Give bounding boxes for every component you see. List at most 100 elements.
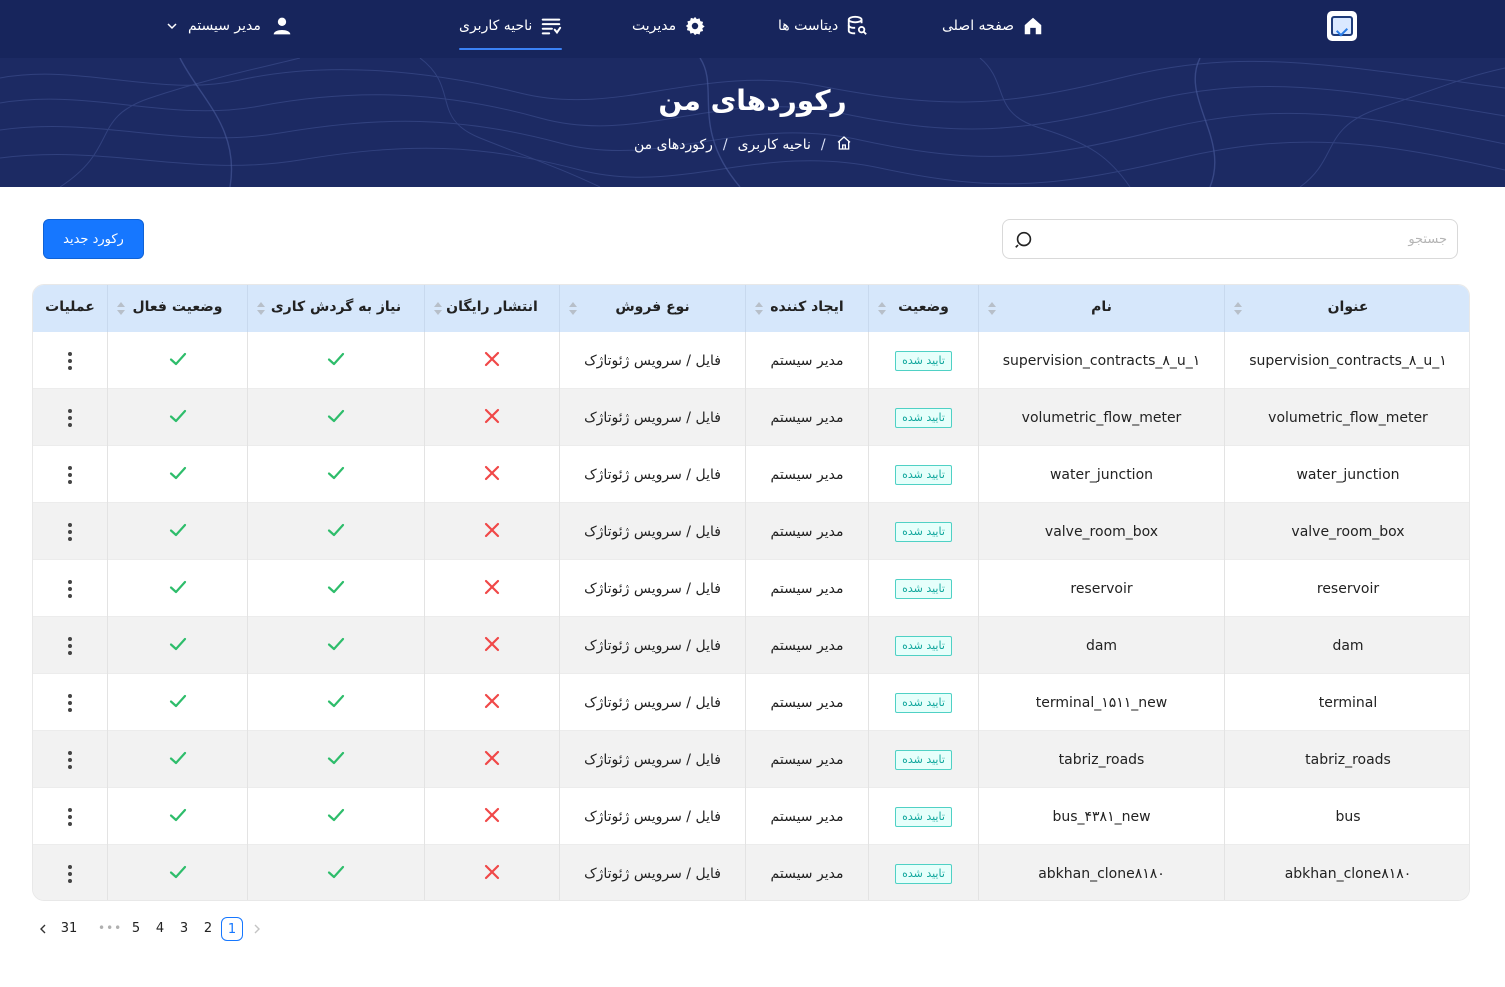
cell-creator: مدیر سیستم	[745, 560, 868, 617]
cell-name: valve_room_box	[978, 503, 1224, 560]
table-row: volumetric_flow_meter volumetric_flow_met…	[33, 389, 1469, 446]
page-banner: رکوردهای من / ناحیه کاربری / رکوردهای من	[0, 58, 1505, 187]
sort-icon[interactable]	[755, 302, 763, 316]
search-input[interactable]	[1047, 220, 1447, 258]
sort-icon[interactable]	[988, 302, 996, 316]
cell-sale-type: فایل / سرویس ژئوتاژک	[559, 446, 745, 503]
nav-datasets-label: دیتاست ها	[778, 18, 839, 34]
cell-active	[107, 788, 247, 845]
pagination-prev[interactable]	[247, 917, 267, 941]
more-vertical-icon[interactable]	[67, 579, 73, 598]
check-icon	[168, 520, 188, 544]
check-icon	[168, 349, 188, 373]
cell-operations	[33, 788, 107, 845]
column-header-sale-type[interactable]: نوع فروش	[559, 285, 745, 332]
status-badge: تایید شده	[895, 806, 952, 827]
cell-title: volumetric_flow_meter	[1224, 389, 1469, 446]
cell-workflow	[247, 788, 424, 845]
column-header-free-publish[interactable]: انتشار رایگان	[424, 285, 559, 332]
more-vertical-icon[interactable]	[67, 465, 73, 484]
cell-active	[107, 674, 247, 731]
more-vertical-icon[interactable]	[67, 522, 73, 541]
topographic-background	[0, 58, 1505, 187]
more-vertical-icon[interactable]	[67, 693, 73, 712]
pagination-page-1[interactable]: 1	[221, 917, 243, 941]
more-vertical-icon[interactable]	[67, 408, 73, 427]
cell-active	[107, 332, 247, 389]
cell-active	[107, 731, 247, 788]
breadcrumb-user-area[interactable]: ناحیه کاربری	[738, 137, 811, 153]
pagination-page-2[interactable]: 2	[197, 917, 219, 941]
cell-status: تایید شده	[868, 332, 978, 389]
table-row: valve_room_box valve_room_box تایید شده مدی…	[33, 503, 1469, 560]
search-icon[interactable]	[1013, 229, 1035, 251]
pagination-ellipsis[interactable]: •••	[98, 917, 122, 941]
cell-operations	[33, 503, 107, 560]
sort-icon[interactable]	[1234, 302, 1242, 316]
sort-icon[interactable]	[434, 302, 442, 316]
cross-icon	[482, 748, 502, 772]
cell-sale-type: فایل / سرویس ژئوتاژک	[559, 731, 745, 788]
cell-status: تایید شده	[868, 845, 978, 900]
breadcrumb: / ناحیه کاربری / رکوردهای من	[634, 134, 852, 156]
status-badge: تایید شده	[895, 692, 952, 713]
top-navbar: صفحه اصلی دیتاست ها مدیریت ناحیه کاربری …	[0, 0, 1505, 58]
nav-user-area-label: ناحیه کاربری	[459, 18, 533, 34]
column-header-active[interactable]: وضعیت فعال	[107, 285, 247, 332]
cell-name: tabriz_roads	[978, 731, 1224, 788]
cell-creator: مدیر سیستم	[745, 674, 868, 731]
app-logo[interactable]	[1327, 11, 1357, 41]
cell-workflow	[247, 560, 424, 617]
cell-workflow	[247, 731, 424, 788]
nav-home[interactable]: صفحه اصلی	[942, 0, 1044, 52]
sort-icon[interactable]	[257, 302, 265, 316]
cell-workflow	[247, 845, 424, 900]
more-vertical-icon[interactable]	[67, 807, 73, 826]
more-vertical-icon[interactable]	[67, 351, 73, 370]
status-badge: تایید شده	[895, 350, 952, 371]
column-header-workflow[interactable]: نیاز به گردش کاری	[247, 285, 424, 332]
check-icon	[326, 805, 346, 829]
status-badge: تایید شده	[895, 863, 952, 884]
nav-admin[interactable]: مدیریت	[632, 0, 706, 52]
cell-workflow	[247, 332, 424, 389]
cell-operations	[33, 332, 107, 389]
pagination-page-3[interactable]: 3	[173, 917, 195, 941]
cell-workflow	[247, 446, 424, 503]
sort-icon[interactable]	[569, 302, 577, 316]
column-header-name[interactable]: نام	[978, 285, 1224, 332]
cross-icon	[482, 691, 502, 715]
column-header-status[interactable]: وضعیت	[868, 285, 978, 332]
more-vertical-icon[interactable]	[67, 750, 73, 769]
pagination-page-5[interactable]: 5	[125, 917, 147, 941]
breadcrumb-home-icon[interactable]	[836, 135, 852, 155]
cell-free-publish	[424, 503, 559, 560]
sort-icon[interactable]	[117, 302, 125, 316]
cell-name: bus_۴۳۸۱_new	[978, 788, 1224, 845]
check-icon	[168, 463, 188, 487]
sort-icon[interactable]	[878, 302, 886, 316]
breadcrumb-separator: /	[722, 137, 728, 153]
pagination-page-last[interactable]: 31	[58, 917, 80, 941]
pagination-next[interactable]	[33, 917, 53, 941]
cell-sale-type: فایل / سرویس ژئوتاژک	[559, 503, 745, 560]
cell-sale-type: فایل / سرویس ژئوتاژک	[559, 560, 745, 617]
check-icon	[168, 805, 188, 829]
column-header-creator[interactable]: ایجاد کننده	[745, 285, 868, 332]
check-icon	[168, 577, 188, 601]
table-row: tabriz_roads tabriz_roads تایید شده مدیر سی…	[33, 731, 1469, 788]
more-vertical-icon[interactable]	[67, 636, 73, 655]
nav-datasets[interactable]: دیتاست ها	[778, 0, 868, 52]
column-header-operations: عملیات	[45, 299, 95, 315]
map-logo-icon	[1331, 16, 1353, 36]
user-menu[interactable]: مدیر سیستم	[166, 0, 293, 52]
user-name: مدیر سیستم	[188, 18, 261, 34]
nav-user-area[interactable]: ناحیه کاربری	[459, 0, 563, 52]
list-filter-icon	[540, 15, 562, 37]
column-header-title[interactable]: عنوان	[1224, 285, 1469, 332]
new-record-button[interactable]: رکورد جدید	[43, 219, 144, 259]
pagination-page-4[interactable]: 4	[149, 917, 171, 941]
cell-status: تایید شده	[868, 446, 978, 503]
cell-name: terminal_۱۵۱۱_new	[978, 674, 1224, 731]
more-vertical-icon[interactable]	[67, 864, 73, 883]
